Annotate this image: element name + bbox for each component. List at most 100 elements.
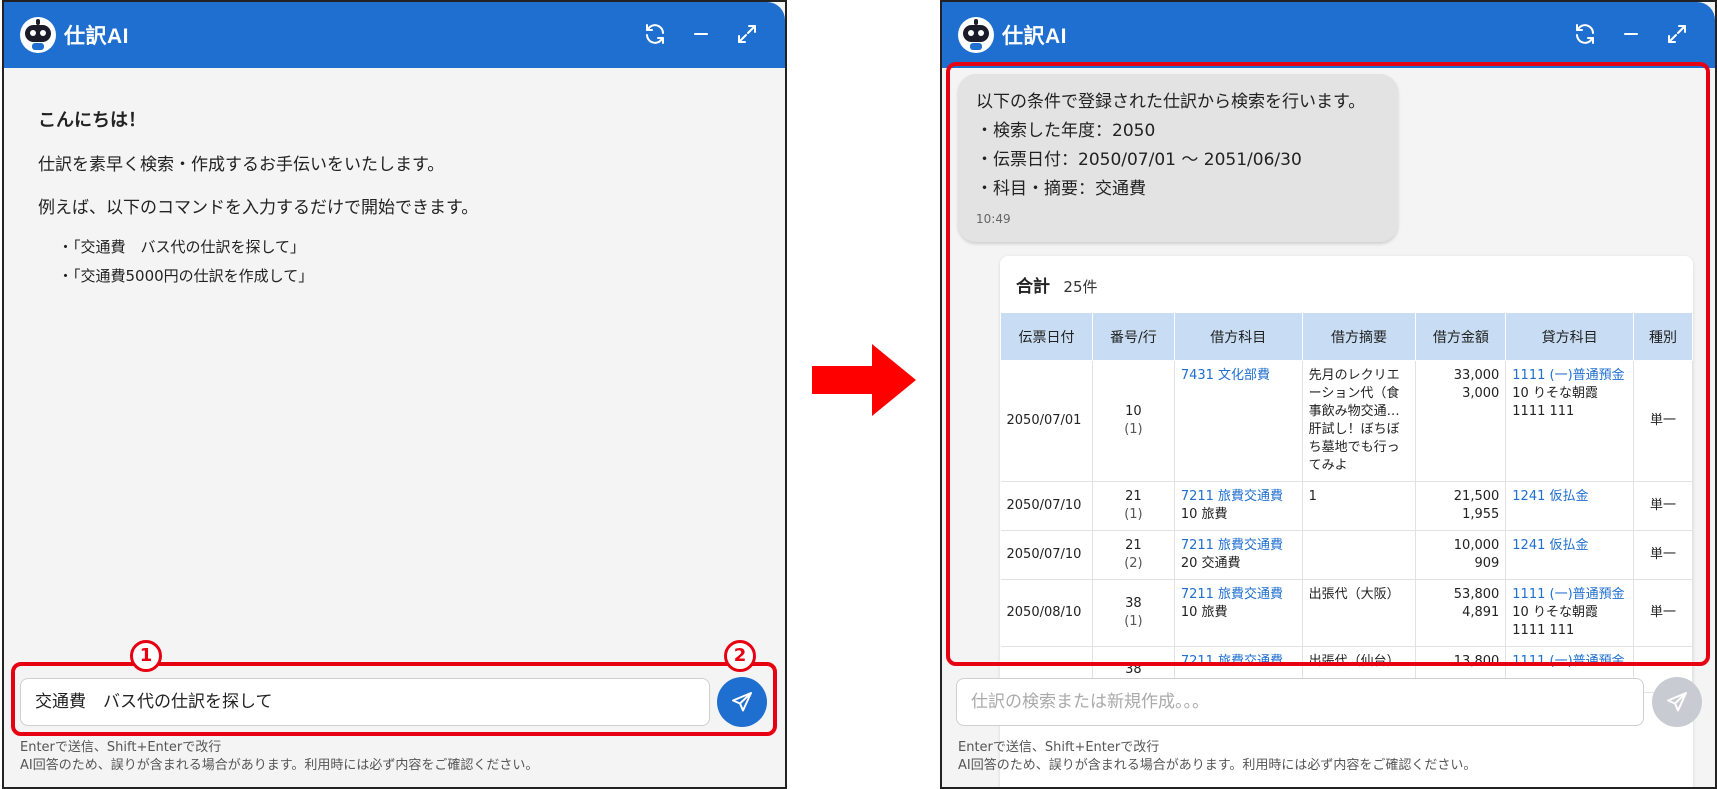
col-header[interactable]: 借方科目 xyxy=(1173,312,1303,361)
app-title: 仕訳AI xyxy=(1002,25,1067,48)
entry-line: (1) xyxy=(1124,614,1143,629)
table-row[interactable]: 2050/07/10 21 (1) 7211 旅費交通費 10 旅費 1 21,… xyxy=(1000,481,1693,531)
cell-number: 21 (2) xyxy=(1092,530,1175,580)
summary-label: 合計 xyxy=(1016,277,1050,297)
intro-text: 仕訳を素早く検索・作成するお手伝いをいたします。 xyxy=(38,155,445,175)
chat-header: 仕訳AI xyxy=(4,2,785,68)
response-line: ・検索した年度：2050 xyxy=(976,121,1156,141)
arrow-right-icon xyxy=(812,344,916,416)
credit-account-link[interactable]: 1241 仮払金 xyxy=(1512,488,1627,506)
col-header[interactable]: 貸方科目 xyxy=(1505,312,1635,361)
cell-number: 38 (1) xyxy=(1092,579,1175,647)
debit-sub-account: 10 旅費 xyxy=(1180,507,1228,522)
keyboard-hint: Enterで送信、Shift+Enterで改行 xyxy=(958,740,1160,755)
send-icon xyxy=(732,692,752,712)
tax-value: 909 xyxy=(1474,556,1500,571)
credit-account-link[interactable]: 1111 (一)普通預金 xyxy=(1512,367,1627,385)
cell-type: 単一 xyxy=(1633,360,1693,482)
response-line: 以下の条件で登録された仕訳から検索を行います。 xyxy=(976,92,1366,112)
cell-amount: 33,000 3,000 xyxy=(1415,360,1507,482)
tax-value: 1,955 xyxy=(1462,507,1500,522)
cell-memo: 先月のレクリエーション代（食事飲み物交通…肝試し！ぼちぼち墓地でも行ってみよ xyxy=(1302,360,1417,482)
chat-window-after: 仕訳AI 以下の条件で登録された仕訳から検索を行います。 ・検索した年度：205… xyxy=(940,0,1717,789)
debit-account-link[interactable]: 7211 旅費交通費 xyxy=(1181,653,1296,671)
entry-number: 38 xyxy=(1125,596,1142,611)
table-row[interactable]: 2050/07/10 21 (2) 7211 旅費交通費 20 交通費 10,0… xyxy=(1000,530,1693,580)
amount-value: 21,500 xyxy=(1453,489,1500,504)
entry-line: (2) xyxy=(1124,556,1143,571)
step-badge-2: 2 xyxy=(724,640,756,672)
cell-credit-account: 1111 (一)普通預金 10 りそな朝霞 1111 111 xyxy=(1505,579,1635,647)
app-title: 仕訳AI xyxy=(64,25,129,48)
credit-account-link[interactable]: 1111 (一)普通預金 xyxy=(1512,653,1627,671)
cell-debit-account: 7211 旅費交通費 10 旅費 xyxy=(1174,579,1303,647)
credit-account-link[interactable]: 1111 (一)普通預金 xyxy=(1512,586,1627,604)
ai-disclaimer: AI回答のため、誤りが含まれる場合があります。利用時には必ず内容をご確認ください… xyxy=(20,758,539,773)
debit-sub-account: 10 旅費 xyxy=(1180,605,1228,620)
entry-number: 21 xyxy=(1125,489,1142,504)
cell-credit-account: 1241 仮払金 xyxy=(1505,530,1635,580)
cell-memo: 出張代（大阪） xyxy=(1302,579,1417,647)
minimize-icon[interactable] xyxy=(1619,22,1643,46)
credit-sub-account: 10 りそな朝霞 1111 111 xyxy=(1512,386,1598,419)
send-button[interactable] xyxy=(717,677,767,727)
welcome-message: こんにちは！ 仕訳を素早く検索・作成するお手伝いをいたします。 例えば、以下のコ… xyxy=(38,106,738,294)
send-button[interactable] xyxy=(1652,677,1702,727)
entry-line: (1) xyxy=(1124,422,1143,437)
table-row[interactable]: 2050/08/10 38 (1) 7211 旅費交通費 10 旅費 出張代（大… xyxy=(1000,579,1693,647)
chat-window-before: 仕訳AI こんにちは！ 仕訳を素早く検索・作成するお手伝いをいたします。 例えば… xyxy=(2,0,787,789)
col-header[interactable]: 伝票日付 xyxy=(1000,312,1093,361)
cell-amount: 53,800 4,891 xyxy=(1415,579,1507,647)
debit-account-link[interactable]: 7211 旅費交通費 xyxy=(1181,488,1296,506)
journal-table: 伝票日付 番号/行 借方科目 借方摘要 借方金額 貸方科目 種別 2050/07… xyxy=(1000,312,1693,693)
entry-number: 10 xyxy=(1125,404,1142,419)
tax-value: 3,000 xyxy=(1462,386,1500,401)
col-header[interactable]: 番号/行 xyxy=(1091,312,1175,361)
entry-line: (1) xyxy=(1124,507,1143,522)
cell-date: 2050/08/10 xyxy=(1000,579,1093,647)
amount-value: 53,800 xyxy=(1453,587,1500,602)
expand-icon[interactable] xyxy=(735,22,759,46)
keyboard-hint: Enterで送信、Shift+Enterで改行 xyxy=(20,740,222,755)
col-header[interactable]: 借方摘要 xyxy=(1301,312,1417,361)
debit-account-link[interactable]: 7211 旅費交通費 xyxy=(1181,537,1296,555)
tax-value: 4,891 xyxy=(1462,605,1500,620)
cell-debit-account: 7211 旅費交通費 20 交通費 xyxy=(1174,530,1303,580)
cell-memo xyxy=(1302,530,1417,580)
cell-date: 2050/07/01 xyxy=(1000,360,1093,482)
cell-amount: 21,500 1,955 xyxy=(1415,481,1507,531)
command-intro-text: 例えば、以下のコマンドを入力するだけで開始できます。 xyxy=(38,198,479,218)
amount-value: 33,000 xyxy=(1453,368,1500,383)
credit-account-link[interactable]: 1241 仮払金 xyxy=(1512,537,1627,555)
cell-memo: 1 xyxy=(1302,481,1417,531)
chat-input[interactable]: 仕訳の検索または新規作成。。。 xyxy=(956,678,1644,726)
cell-credit-account: 1241 仮払金 xyxy=(1505,481,1635,531)
cell-amount: 10,000 909 xyxy=(1415,530,1507,580)
cell-debit-account: 7431 文化部費 xyxy=(1174,360,1303,482)
refresh-icon[interactable] xyxy=(1573,22,1597,46)
chat-header: 仕訳AI xyxy=(942,2,1715,68)
cell-date: 2050/07/10 xyxy=(1000,530,1093,580)
robot-avatar-icon xyxy=(958,17,994,53)
minimize-icon[interactable] xyxy=(689,22,713,46)
entry-number: 21 xyxy=(1125,538,1142,553)
col-header[interactable]: 種別 xyxy=(1633,312,1693,361)
col-header[interactable]: 借方金額 xyxy=(1415,312,1507,361)
message-timestamp: 10:49 xyxy=(976,212,1011,226)
response-line: ・伝票日付：2050/07/01 〜 2051/06/30 xyxy=(976,150,1302,170)
summary-count: 25件 xyxy=(1063,278,1098,296)
table-row[interactable]: 2050/07/01 10 (1) 7431 文化部費 先月のレクリエーション代… xyxy=(1000,360,1693,482)
refresh-icon[interactable] xyxy=(643,22,667,46)
debit-account-link[interactable]: 7431 文化部費 xyxy=(1181,367,1296,385)
response-line: ・科目・摘要：交通費 xyxy=(976,179,1146,199)
debit-sub-account: 20 交通費 xyxy=(1180,556,1241,571)
example-command: ・「交通費 バス代の仕訳を探して」 xyxy=(58,238,306,256)
cell-type: 単一 xyxy=(1633,481,1693,531)
debit-account-link[interactable]: 7211 旅費交通費 xyxy=(1181,586,1296,604)
amount-value: 13,800 xyxy=(1453,654,1500,669)
expand-icon[interactable] xyxy=(1665,22,1689,46)
example-command: ・「交通費5000円の仕訳を作成して」 xyxy=(58,267,314,285)
chat-input[interactable]: 交通費 バス代の仕訳を探して xyxy=(20,678,710,726)
cell-number: 10 (1) xyxy=(1092,360,1175,482)
amount-value: 10,000 xyxy=(1453,538,1500,553)
